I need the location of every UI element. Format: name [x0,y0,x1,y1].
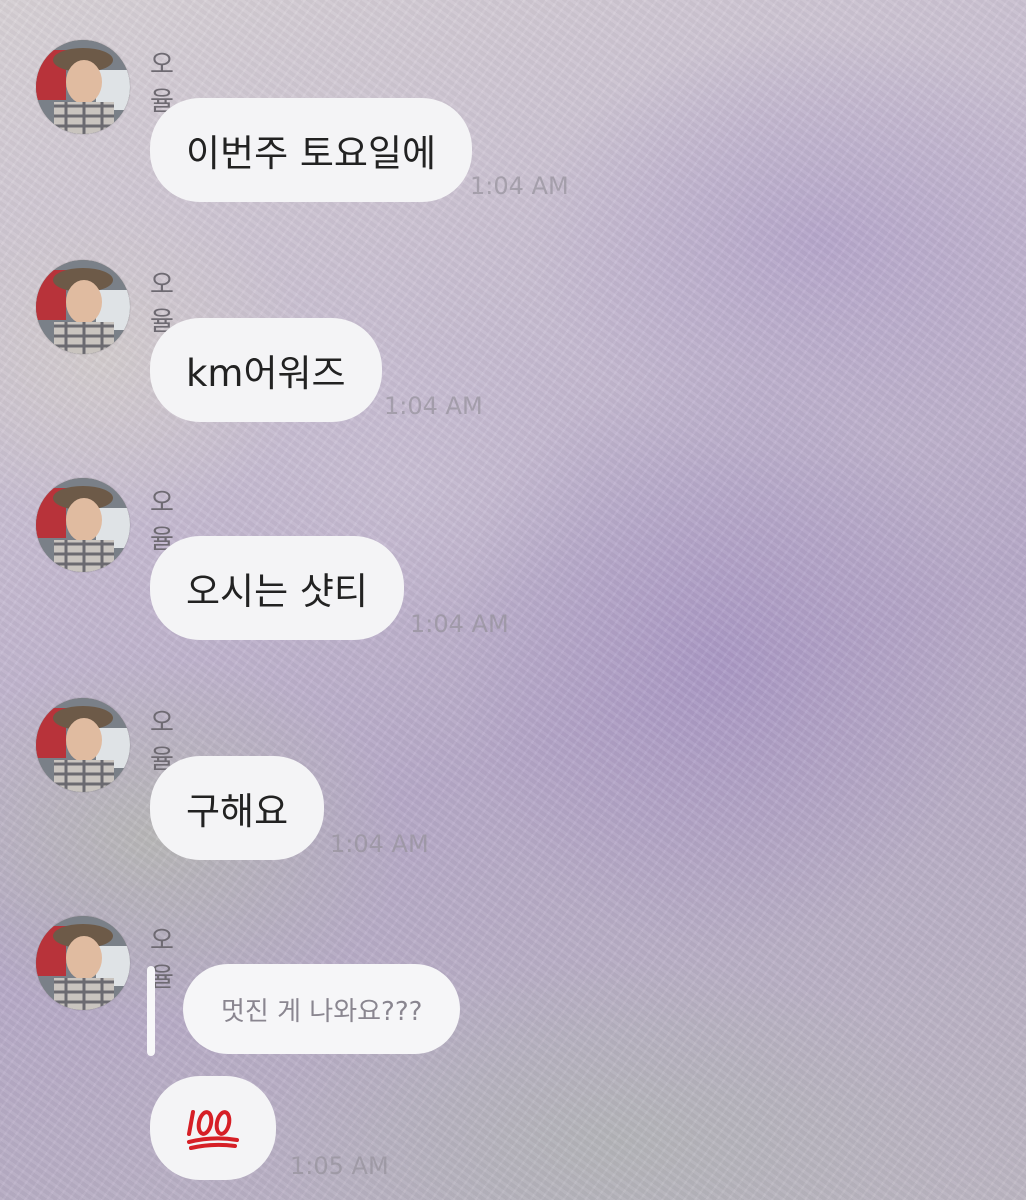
message-bubble[interactable]: km어워즈 [150,318,382,422]
profile-photo-icon [36,698,130,792]
avatar[interactable] [36,698,130,792]
profile-photo-icon [36,478,130,572]
reply-quote-text: 멋진 게 나와요??? [221,996,423,1027]
message-text: 구해요 [186,790,289,833]
message-bubble[interactable]: 이번주 토요일에 [150,98,473,202]
avatar[interactable] [36,478,130,572]
message-time: 1:04 AM [410,610,509,638]
avatar[interactable] [36,916,130,1010]
message-bubble[interactable]: 구해요 [150,756,325,860]
message-bubble[interactable]: 오시는 샷티 [150,536,404,640]
avatar[interactable] [36,260,130,354]
message-text: km어워즈 [186,352,346,395]
emoji-message-bubble[interactable] [150,1076,276,1180]
reply-quote-bubble[interactable]: 멋진 게 나와요??? [183,964,461,1054]
message-text: 오시는 샷티 [186,570,368,613]
hundred-points-emoji [187,1110,239,1150]
reply-indicator-bar [147,966,155,1056]
profile-photo-icon [36,260,130,354]
profile-photo-icon [36,916,130,1010]
message-time: 1:04 AM [384,392,483,420]
profile-photo-icon [36,40,130,134]
avatar[interactable] [36,40,130,134]
message-time: 1:04 AM [330,830,429,858]
message-time: 1:05 AM [290,1152,389,1180]
message-text: 이번주 토요일에 [186,132,437,175]
message-time: 1:04 AM [470,172,569,200]
